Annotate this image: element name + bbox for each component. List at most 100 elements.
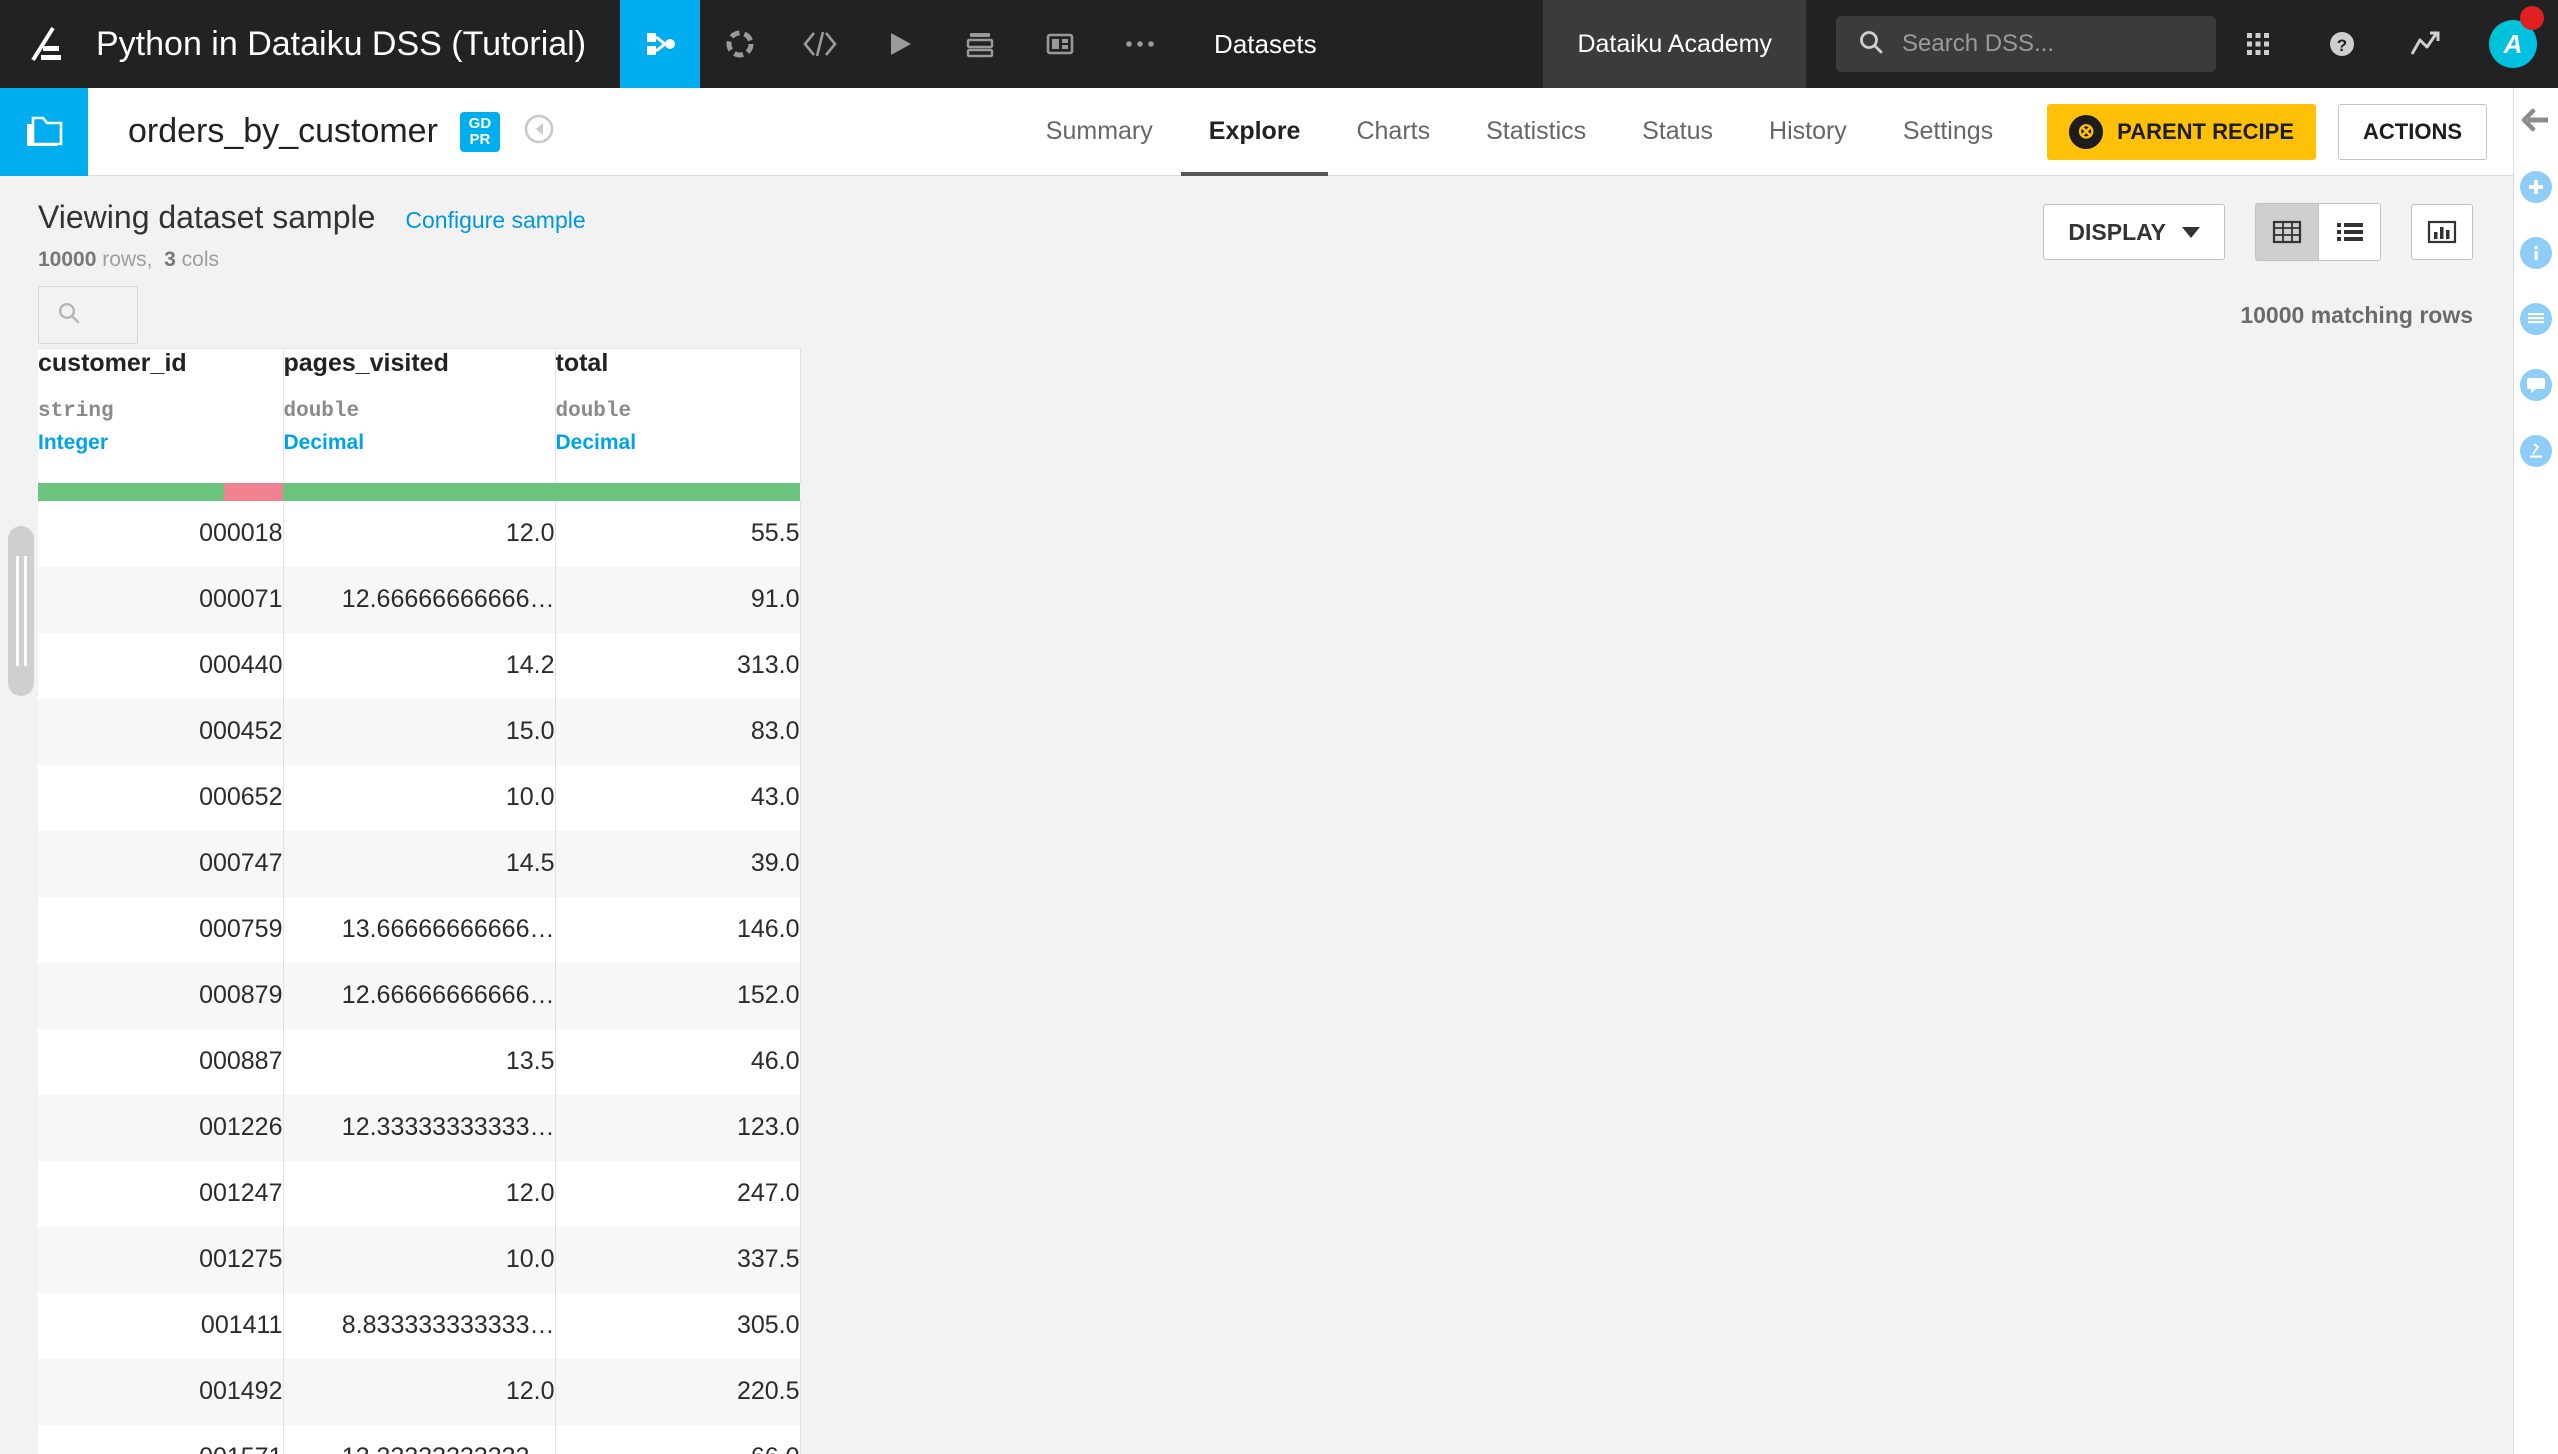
- table-cell-total[interactable]: 66.0: [555, 1424, 801, 1454]
- add-icon[interactable]: [2520, 171, 2552, 203]
- column-stats-toggle[interactable]: [2411, 204, 2473, 260]
- table-cell-total[interactable]: 55.5: [555, 500, 801, 567]
- table-row[interactable]: 001492 12.0 220.5: [38, 1358, 801, 1425]
- table-cell-customer_id[interactable]: 001226: [38, 1094, 284, 1161]
- activity-icon[interactable]: [2384, 0, 2468, 88]
- table-cell-pages_visited[interactable]: 10.0: [283, 1226, 556, 1293]
- apps-grid-icon[interactable]: [2216, 0, 2300, 88]
- table-cell-customer_id[interactable]: 001492: [38, 1358, 284, 1425]
- column-meaning[interactable]: Decimal: [284, 431, 555, 455]
- table-cell-total[interactable]: 313.0: [555, 632, 801, 699]
- column-meaning[interactable]: Decimal: [556, 431, 800, 455]
- table-cell-pages_visited[interactable]: 8.833333333333…: [283, 1292, 556, 1359]
- global-search-box[interactable]: [1836, 16, 2216, 72]
- user-avatar-cell[interactable]: A: [2468, 0, 2558, 88]
- table-cell-pages_visited[interactable]: 12.66666666666…: [283, 962, 556, 1029]
- table-cell-total[interactable]: 247.0: [555, 1160, 801, 1227]
- table-cell-pages_visited[interactable]: 14.2: [283, 632, 556, 699]
- list-view-toggle[interactable]: [2318, 204, 2380, 260]
- code-icon[interactable]: [780, 0, 860, 88]
- display-dropdown-button[interactable]: DISPLAY: [2043, 204, 2225, 260]
- dataiku-academy-button[interactable]: Dataiku Academy: [1543, 0, 1806, 88]
- table-cell-customer_id[interactable]: 000018: [38, 500, 284, 567]
- table-cell-pages_visited[interactable]: 12.0: [283, 1358, 556, 1425]
- dataset-folder-icon[interactable]: [0, 87, 88, 176]
- table-cell-pages_visited[interactable]: 12.66666666666…: [283, 566, 556, 633]
- info-icon[interactable]: [2520, 237, 2552, 269]
- run-icon[interactable]: [860, 0, 940, 88]
- actions-button[interactable]: ACTIONS: [2338, 103, 2487, 160]
- parent-recipe-button[interactable]: ⊗ PARENT RECIPE: [2047, 103, 2316, 160]
- table-cell-customer_id[interactable]: 000440: [38, 632, 284, 699]
- table-row[interactable]: 000071 12.66666666666… 91.0: [38, 566, 801, 633]
- table-cell-total[interactable]: 337.5: [555, 1226, 801, 1293]
- table-cell-customer_id[interactable]: 000879: [38, 962, 284, 1029]
- table-row[interactable]: 000747 14.5 39.0: [38, 830, 801, 897]
- table-cell-customer_id[interactable]: 000887: [38, 1028, 284, 1095]
- dataiku-logo-icon[interactable]: [0, 0, 96, 88]
- dashboard-icon[interactable]: [1020, 0, 1100, 88]
- table-cell-customer_id[interactable]: 001275: [38, 1226, 284, 1293]
- lab-microscope-icon[interactable]: [2520, 435, 2552, 467]
- table-cell-pages_visited[interactable]: 10.0: [283, 764, 556, 831]
- project-title[interactable]: Python in Dataiku DSS (Tutorial): [96, 0, 620, 88]
- table-cell-pages_visited[interactable]: 12.33333333333…: [283, 1094, 556, 1161]
- row-resize-handle[interactable]: [8, 526, 34, 696]
- tab-settings[interactable]: Settings: [1875, 88, 2021, 176]
- table-row[interactable]: 001247 12.0 247.0: [38, 1160, 801, 1227]
- lab-icon[interactable]: [700, 0, 780, 88]
- tab-explore[interactable]: Explore: [1181, 88, 1329, 176]
- table-cell-customer_id[interactable]: 000452: [38, 698, 284, 765]
- table-row[interactable]: 001411 8.833333333333… 305.0: [38, 1292, 801, 1359]
- configure-sample-link[interactable]: Configure sample: [405, 207, 585, 234]
- tab-status[interactable]: Status: [1614, 88, 1741, 176]
- column-meaning[interactable]: Integer: [38, 431, 283, 455]
- table-cell-total[interactable]: 83.0: [555, 698, 801, 765]
- table-row[interactable]: 000652 10.0 43.0: [38, 764, 801, 831]
- collapse-panel-icon[interactable]: [2521, 108, 2551, 137]
- table-view-toggle[interactable]: [2256, 204, 2318, 260]
- table-cell-customer_id[interactable]: 001411: [38, 1292, 284, 1359]
- table-cell-total[interactable]: 91.0: [555, 566, 801, 633]
- table-cell-customer_id[interactable]: 000747: [38, 830, 284, 897]
- table-cell-total[interactable]: 39.0: [555, 830, 801, 897]
- table-cell-pages_visited[interactable]: 12.0: [283, 1160, 556, 1227]
- table-row[interactable]: 00157113.33333333333…66.0: [38, 1424, 801, 1454]
- compass-icon[interactable]: [522, 112, 556, 151]
- help-icon[interactable]: ?: [2300, 0, 2384, 88]
- column-header-total[interactable]: total double Decimal: [555, 348, 801, 483]
- table-row[interactable]: 001275 10.0 337.5: [38, 1226, 801, 1293]
- global-search-input[interactable]: [1902, 30, 2194, 58]
- table-search-input[interactable]: [38, 286, 138, 344]
- table-cell-customer_id[interactable]: 001571: [38, 1424, 284, 1454]
- table-cell-pages_visited[interactable]: 12.0: [283, 500, 556, 567]
- details-icon[interactable]: [2520, 303, 2552, 335]
- table-cell-customer_id[interactable]: 000652: [38, 764, 284, 831]
- tab-statistics[interactable]: Statistics: [1458, 88, 1614, 176]
- table-cell-pages_visited[interactable]: 14.5: [283, 830, 556, 897]
- table-cell-total[interactable]: 220.5: [555, 1358, 801, 1425]
- column-header-customer_id[interactable]: customer_id string Integer: [38, 348, 284, 483]
- tab-history[interactable]: History: [1741, 88, 1875, 176]
- table-row[interactable]: 000452 15.0 83.0: [38, 698, 801, 765]
- table-cell-total[interactable]: 305.0: [555, 1292, 801, 1359]
- table-cell-pages_visited[interactable]: 13.5: [283, 1028, 556, 1095]
- tab-summary[interactable]: Summary: [1018, 88, 1181, 176]
- tab-charts[interactable]: Charts: [1328, 88, 1458, 176]
- flow-icon[interactable]: [620, 0, 701, 88]
- table-row[interactable]: 000887 13.5 46.0: [38, 1028, 801, 1095]
- table-cell-total[interactable]: 146.0: [555, 896, 801, 963]
- more-icon[interactable]: [1100, 0, 1180, 88]
- nav-datasets-label[interactable]: Datasets: [1180, 0, 1351, 88]
- table-cell-total[interactable]: 123.0: [555, 1094, 801, 1161]
- table-cell-pages_visited[interactable]: 13.66666666666…: [283, 896, 556, 963]
- column-header-pages_visited[interactable]: pages_visited double Decimal: [283, 348, 556, 483]
- table-cell-pages_visited[interactable]: 13.33333333333…: [283, 1424, 556, 1454]
- table-row[interactable]: 000018 12.0 55.5: [38, 500, 801, 567]
- gdpr-badge[interactable]: GD PR: [459, 111, 500, 152]
- table-cell-total[interactable]: 46.0: [555, 1028, 801, 1095]
- table-row[interactable]: 000879 12.66666666666… 152.0: [38, 962, 801, 1029]
- table-row[interactable]: 000440 14.2 313.0: [38, 632, 801, 699]
- table-cell-total[interactable]: 152.0: [555, 962, 801, 1029]
- table-row[interactable]: 000759 13.66666666666… 146.0: [38, 896, 801, 963]
